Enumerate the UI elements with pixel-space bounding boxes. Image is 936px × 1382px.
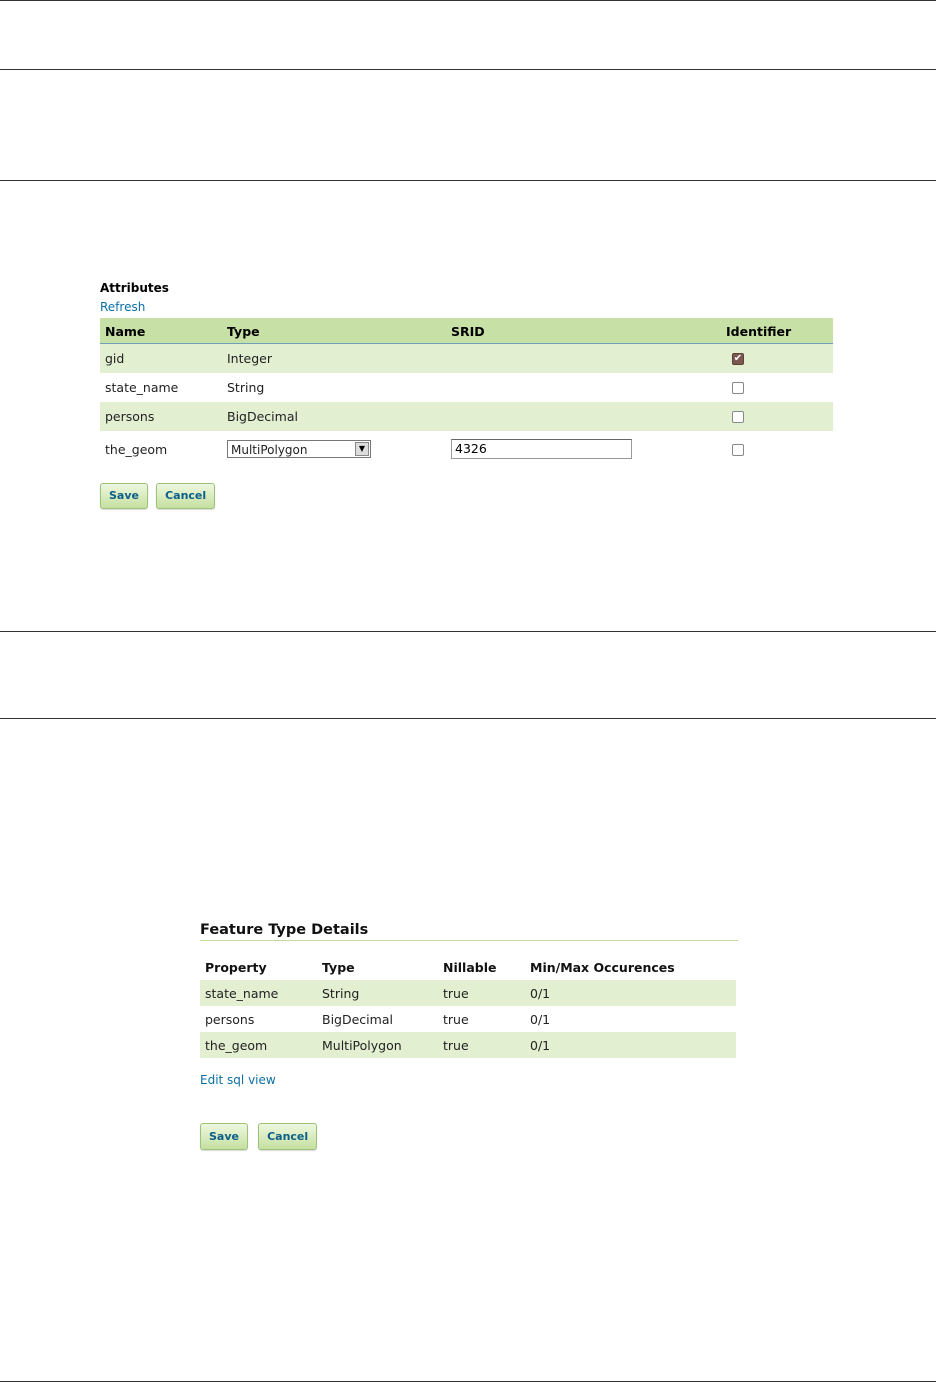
feature-type-table: Property Type Nillable Min/Max Occurence… xyxy=(200,954,736,1058)
identifier-checkbox[interactable] xyxy=(732,411,744,423)
property-nillable: true xyxy=(443,986,469,1001)
column-header-type: Type xyxy=(322,960,355,975)
column-header-name: Name xyxy=(105,324,146,339)
property-type: String xyxy=(322,986,360,1001)
attribute-name: state_name xyxy=(105,380,179,395)
property-occurences: 0/1 xyxy=(530,986,551,1001)
attribute-row-gid: gid Integer ✔ xyxy=(100,344,833,373)
property-type: MultiPolygon xyxy=(322,1038,402,1053)
property-occurences: 0/1 xyxy=(530,1012,551,1027)
attribute-name: the_geom xyxy=(105,442,168,457)
page-rule xyxy=(0,180,936,181)
column-header-occurences: Min/Max Occurences xyxy=(530,960,675,975)
property-nillable: true xyxy=(443,1038,469,1053)
identifier-checkbox[interactable] xyxy=(732,382,744,394)
column-header-property: Property xyxy=(205,960,267,975)
edit-sql-view-link[interactable]: Edit sql view xyxy=(200,1071,276,1089)
column-header-type: Type xyxy=(227,324,260,339)
property-type: BigDecimal xyxy=(322,1012,393,1027)
page-rule xyxy=(0,0,936,1)
feature-type-details-title: Feature Type Details xyxy=(200,921,738,941)
refresh-link[interactable]: Refresh xyxy=(100,298,833,316)
attributes-table: Name Type SRID Identifier gid Integer ✔ … xyxy=(100,318,833,470)
property-nillable: true xyxy=(443,1012,469,1027)
feature-type-table-header: Property Type Nillable Min/Max Occurence… xyxy=(200,954,736,980)
table-row: state_name String true 0/1 xyxy=(200,980,736,1006)
feature-type-cancel-button[interactable]: Cancel xyxy=(258,1123,318,1150)
feature-type-button-bar: Save Cancel xyxy=(200,1123,318,1150)
attribute-row-the-geom: the_geom MultiPolygon ▼ 4326 xyxy=(100,431,833,470)
identifier-checkbox[interactable] xyxy=(732,444,744,456)
column-header-identifier: Identifier xyxy=(726,324,792,339)
table-row: persons BigDecimal true 0/1 xyxy=(200,1006,736,1032)
page-rule xyxy=(0,69,936,70)
attributes-table-header: Name Type SRID Identifier xyxy=(100,318,833,344)
attribute-type: Integer xyxy=(227,351,272,366)
dropdown-arrow-icon[interactable]: ▼ xyxy=(355,442,369,456)
attributes-panel: Attributes Refresh Name Type SRID Identi… xyxy=(100,280,833,470)
property-name: state_name xyxy=(205,986,279,1001)
attributes-title: Attributes xyxy=(100,281,169,295)
column-header-srid: SRID xyxy=(451,324,485,339)
attribute-name: persons xyxy=(105,409,155,424)
page-rule xyxy=(0,631,936,632)
srid-input[interactable]: 4326 xyxy=(451,439,632,459)
identifier-checkbox-checked[interactable]: ✔ xyxy=(732,353,744,365)
attribute-row-persons: persons BigDecimal xyxy=(100,402,833,431)
property-name: the_geom xyxy=(205,1038,268,1053)
geometry-type-selected-value: MultiPolygon xyxy=(231,443,308,457)
column-header-nillable: Nillable xyxy=(443,960,497,975)
attribute-type: String xyxy=(227,380,265,395)
table-row: the_geom MultiPolygon true 0/1 xyxy=(200,1032,736,1058)
page-rule xyxy=(0,718,936,719)
property-occurences: 0/1 xyxy=(530,1038,551,1053)
attributes-save-button[interactable]: Save xyxy=(100,483,148,509)
property-name: persons xyxy=(205,1012,255,1027)
attribute-type: BigDecimal xyxy=(227,409,298,424)
geometry-type-select[interactable]: MultiPolygon ▼ xyxy=(227,440,371,458)
attribute-row-state-name: state_name String xyxy=(100,373,833,402)
feature-type-save-button[interactable]: Save xyxy=(200,1123,248,1150)
attribute-name: gid xyxy=(105,351,125,366)
attributes-cancel-button[interactable]: Cancel xyxy=(156,483,216,509)
feature-type-details-panel: Feature Type Details Property Type Nilla… xyxy=(200,921,738,1058)
attributes-button-bar: Save Cancel xyxy=(100,483,216,509)
